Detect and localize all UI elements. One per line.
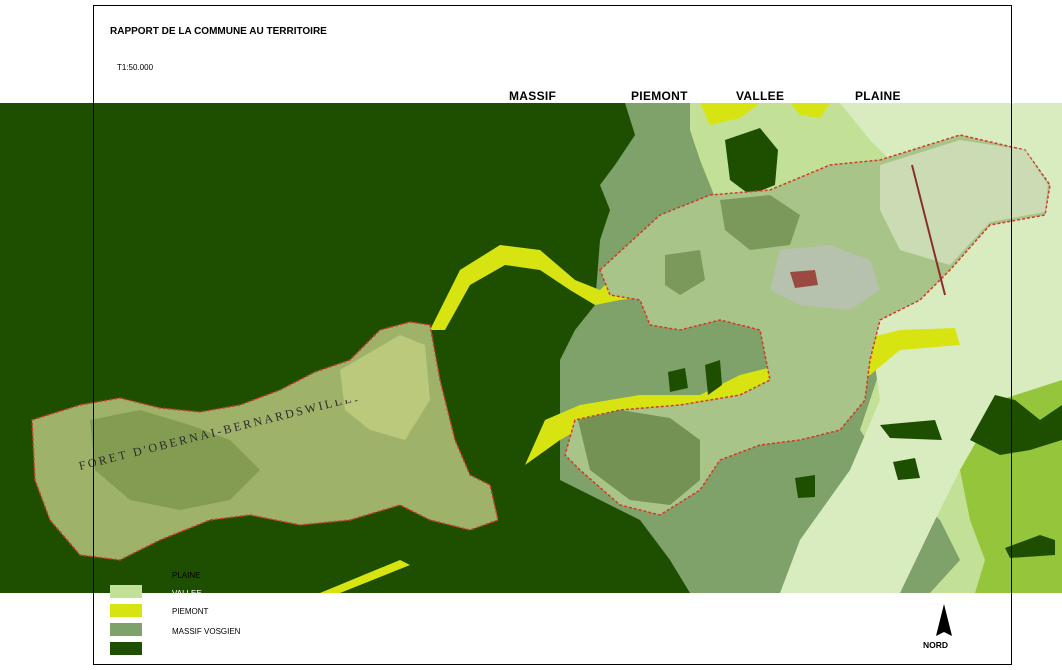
- page-title: RAPPORT DE LA COMMUNE AU TERRITOIRE: [110, 26, 327, 37]
- town-centre: [790, 270, 818, 288]
- legend-swatch-massif: [110, 642, 142, 655]
- legend-label-massif-vosgien: MASSIF VOSGIEN: [172, 627, 241, 636]
- legend-swatch-plaine: [110, 585, 142, 598]
- scale-label: T1:50.000: [117, 63, 154, 72]
- zone-label-massif: MASSIF: [509, 89, 557, 103]
- zone-label-plaine: PLAINE: [855, 89, 901, 103]
- zone-label-vallee: VALLEE: [736, 89, 785, 103]
- legend-label-plaine: PLAINE: [172, 571, 201, 580]
- legend-label-piemont: PIEMONT: [172, 607, 209, 616]
- legend-label-vallee: VALLEE: [172, 589, 202, 598]
- forest-name-label: FORET D'OBERNAI-BERNARDSWILLER: [77, 400, 365, 473]
- legend-swatch-piemont: [110, 604, 142, 617]
- zone-label-piemont: PIEMONT: [631, 89, 688, 103]
- legend-swatch-massif-vosgien: [110, 623, 142, 636]
- north-arrow-icon: [936, 604, 952, 636]
- forest-patch: [668, 368, 688, 392]
- forest-patch: [795, 475, 815, 498]
- north-label: NORD: [923, 640, 949, 650]
- forest-name-label-svg: FORET D'OBERNAI-BERNARDSWILLER: [77, 400, 365, 473]
